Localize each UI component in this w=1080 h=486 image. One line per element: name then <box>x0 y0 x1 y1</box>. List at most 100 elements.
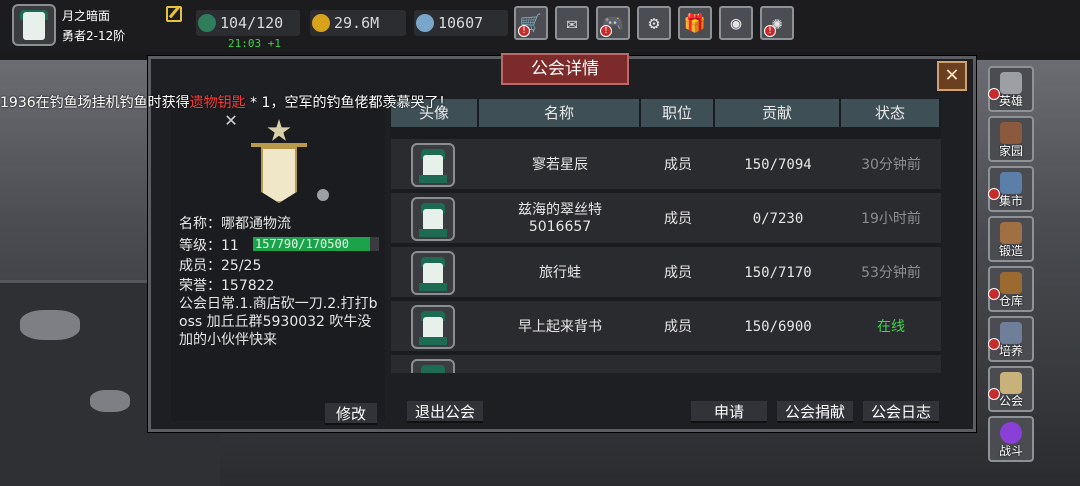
side-label: 英雄 <box>998 94 1023 108</box>
gems-value: 10607 <box>438 14 484 32</box>
member-role: 成员 <box>664 156 692 173</box>
side-label: 集市 <box>998 194 1023 208</box>
table-row-partial[interactable] <box>391 355 941 373</box>
energy-timer: 21:03 +1 <box>228 37 281 50</box>
banner-edit-icon[interactable] <box>317 189 329 201</box>
edit-icon[interactable] <box>166 6 182 22</box>
side-battle-button[interactable]: 战斗 <box>988 416 1034 462</box>
table-row[interactable]: 兹海的翠丝特 5016657 成员 0/7230 19小时前 <box>391 193 941 245</box>
guild-name-row: 名称：哪都通物流 <box>179 213 291 233</box>
helmet-icon <box>1000 72 1022 94</box>
gold-stat: 29.6M <box>310 10 406 36</box>
banner-cloth <box>261 147 297 203</box>
member-name: 兹海的翠丝特 5016657 <box>518 202 602 235</box>
avatar-body <box>419 175 447 183</box>
alert-badge: ! <box>764 25 776 37</box>
member-contribution: 150/7170 <box>744 264 812 281</box>
close-icon: ✕ <box>945 62 959 87</box>
member-table-header: 头像 名称 职位 贡献 状态 <box>391 99 941 127</box>
avatar-face <box>23 12 45 40</box>
guild-banner-icon <box>251 119 307 209</box>
guild-members: 25/25 <box>221 258 262 274</box>
member-avatar[interactable] <box>411 251 455 295</box>
header-status: 状态 <box>841 99 941 127</box>
table-row[interactable]: 寥若星辰 成员 150/7094 30分钟前 <box>391 139 941 191</box>
avatar-body <box>419 229 447 237</box>
avatar-hair <box>421 365 445 373</box>
member-status: 53分钟前 <box>861 264 921 281</box>
guild-honor-row: 荣誉：157822 <box>179 275 274 295</box>
guild-exp-text: 157790/170500 <box>255 237 349 251</box>
anvil-icon <box>1000 222 1022 244</box>
guild-level-row: 等级：11 <box>179 235 239 255</box>
dialog-title: 公会详情 <box>501 53 629 85</box>
gear-icon: ⚙ <box>648 12 660 34</box>
guild-info-panel: ✕ 名称：哪都通物流 等级：11 157790/170500 成员：25/25 … <box>171 107 385 425</box>
member-contribution: 0/7230 <box>752 210 804 227</box>
scene-rock <box>90 390 130 412</box>
header-role: 职位 <box>641 99 715 127</box>
gift-button[interactable]: 🎁 <box>678 6 712 40</box>
close-button[interactable]: ✕ <box>937 61 967 91</box>
guild-members-label: 成员： <box>179 258 221 274</box>
alert-badge: ! <box>600 25 612 37</box>
side-label: 家园 <box>998 144 1023 158</box>
member-contribution: 150/7094 <box>744 156 812 173</box>
side-hero-button[interactable]: 英雄 <box>988 66 1034 112</box>
member-role: 成员 <box>664 318 692 335</box>
side-label: 公会 <box>998 394 1023 408</box>
settings-button[interactable]: ⚙ <box>637 6 671 40</box>
gold-value: 29.6M <box>334 14 380 32</box>
leave-guild-button[interactable]: 退出公会 <box>407 401 483 423</box>
mail-button[interactable]: ✉ <box>555 6 589 40</box>
avatar-body <box>419 283 447 291</box>
side-label: 锻造 <box>998 244 1023 258</box>
guild-log-button[interactable]: 公会日志 <box>863 401 939 423</box>
table-row[interactable]: 早上起来背书 成员 150/6900 在线 <box>391 301 941 353</box>
side-storage-button[interactable]: 仓库 <box>988 266 1034 312</box>
member-role: 成员 <box>664 264 692 281</box>
apply-button[interactable]: 申请 <box>691 401 767 423</box>
wheel-button[interactable]: ◉ <box>719 6 753 40</box>
side-train-button[interactable]: 培养 <box>988 316 1034 362</box>
alert-badge: ! <box>518 25 530 37</box>
notice-suffix: * 1，空军的钓鱼佬都羡慕哭了！ <box>245 95 453 111</box>
side-forge-button[interactable]: 锻造 <box>988 216 1034 262</box>
member-name: 寥若星辰 <box>532 156 588 173</box>
wheel-icon: ◉ <box>730 12 742 34</box>
event-button[interactable]: ✺ ! <box>760 6 794 40</box>
notice-item: 遗物钥匙 <box>189 95 246 111</box>
member-avatar[interactable] <box>411 143 455 187</box>
table-row[interactable]: 旅行蛙 成员 150/7170 53分钟前 <box>391 247 941 299</box>
member-avatar[interactable] <box>411 305 455 349</box>
side-guild-button[interactable]: 公会 <box>988 366 1034 412</box>
side-label: 战斗 <box>998 444 1023 458</box>
sword-icon <box>1000 322 1022 344</box>
guild-donate-button[interactable]: 公会捐献 <box>777 401 853 423</box>
member-avatar[interactable] <box>411 197 455 241</box>
side-market-button[interactable]: 集市 <box>988 166 1034 212</box>
system-notice: 1936在钓鱼场挂机钓鱼时获得遗物钥匙 * 1，空军的钓鱼佬都羡慕哭了！ <box>0 92 452 112</box>
notice-prefix: 1936在钓鱼场挂机钓鱼时获得 <box>0 95 190 111</box>
member-status: 30分钟前 <box>861 156 921 173</box>
gold-coin-icon <box>312 14 330 32</box>
member-role: 成员 <box>664 210 692 227</box>
guild-announcement: 公会日常.1.商店砍一刀.2.打打boss 加丘丘群5930032 吹牛没加的小… <box>179 296 378 348</box>
member-contribution: 150/6900 <box>744 318 812 335</box>
guild-level: 11 <box>221 238 239 254</box>
banner-star <box>267 119 291 141</box>
minigame-button[interactable]: 🎮 ! <box>596 6 630 40</box>
shop-button[interactable]: 🛒 ! <box>514 6 548 40</box>
guild-name: 哪都通物流 <box>221 216 291 232</box>
guild-detail-dialog: 公会详情 ✕ ✕ 名称：哪都通物流 等级：11 157790/170500 成员… <box>148 53 976 432</box>
side-label: 培养 <box>998 344 1023 358</box>
player-avatar[interactable] <box>12 4 56 46</box>
header-contribution: 贡献 <box>715 99 841 127</box>
member-avatar[interactable] <box>411 359 455 373</box>
market-icon <box>1000 172 1022 194</box>
edit-announcement-button[interactable]: 修改 <box>325 403 377 425</box>
side-home-button[interactable]: 家园 <box>988 116 1034 162</box>
energy-icon <box>198 14 216 32</box>
guild-honor: 157822 <box>221 278 275 294</box>
player-name: 月之暗面 <box>62 9 111 23</box>
